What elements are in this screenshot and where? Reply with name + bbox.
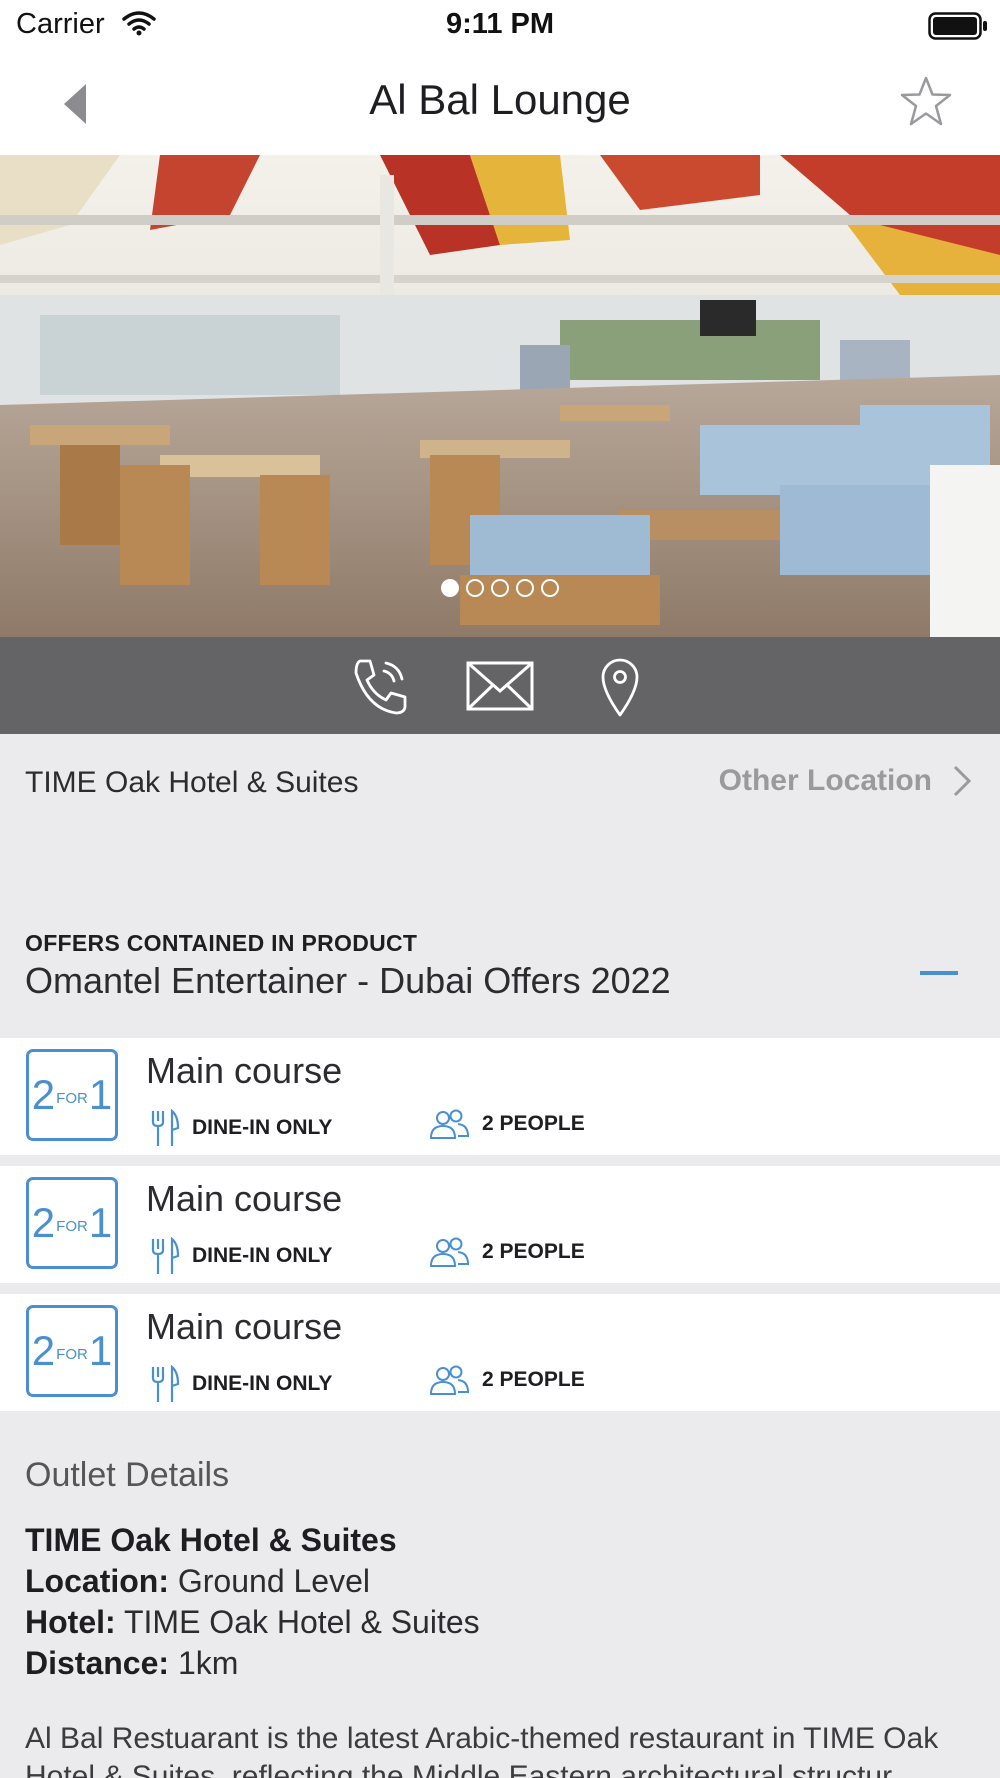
- outlet-details-list: TIME Oak Hotel & Suites Location: Ground…: [25, 1520, 480, 1684]
- chevron-right-icon: [953, 765, 972, 797]
- app-screen: Carrier 9:11 PM Al Bal Lounge TIME Oak H…: [0, 0, 1000, 1778]
- offers-product-name: Omantel Entertainer - Dubai Offers 2022: [25, 960, 671, 1001]
- navigation-bar: Al Bal Lounge: [0, 54, 1000, 155]
- offer-row[interactable]: 2 FOR 1 Main course DINE-IN ONLY 2 PEOPL…: [0, 1294, 1000, 1411]
- carousel-dot[interactable]: [466, 579, 484, 597]
- hero-image-carousel[interactable]: [0, 155, 1000, 637]
- offer-title: Main course: [146, 1178, 343, 1219]
- carousel-dot[interactable]: [516, 579, 534, 597]
- phone-icon[interactable]: [346, 653, 416, 719]
- cutlery-icon: [151, 1364, 180, 1402]
- battery-icon: [928, 12, 987, 40]
- outlet-details-title: Outlet Details: [25, 1456, 230, 1494]
- people-tag: 2 PEOPLE: [428, 1108, 585, 1140]
- map-pin-icon[interactable]: [585, 653, 655, 719]
- carousel-dot[interactable]: [541, 579, 559, 597]
- people-tag: 2 PEOPLE: [428, 1364, 585, 1396]
- offers-section-header: OFFERS CONTAINED IN PRODUCT Omantel Ente…: [0, 920, 1000, 1038]
- outlet-location: Location: Ground Level: [25, 1563, 370, 1599]
- people-icon: [429, 1237, 470, 1267]
- collapse-icon[interactable]: [920, 958, 958, 988]
- outlet-name: TIME Oak Hotel & Suites: [25, 1522, 397, 1558]
- location-row: TIME Oak Hotel & Suites Other Location: [0, 734, 1000, 834]
- clock-label: 9:11 PM: [446, 8, 554, 40]
- restaurant-photo: [0, 155, 1000, 637]
- contact-action-bar: [0, 637, 1000, 734]
- outlet-description: Al Bal Restuarant is the latest Arabic-t…: [25, 1722, 939, 1778]
- offer-row[interactable]: 2 FOR 1 Main course DINE-IN ONLY 2 PEOPL…: [0, 1038, 1000, 1155]
- two-for-one-badge-icon: 2 FOR 1: [26, 1305, 118, 1397]
- offers-caption: OFFERS CONTAINED IN PRODUCT: [25, 930, 418, 956]
- two-for-one-badge-icon: 2 FOR 1: [26, 1049, 118, 1141]
- dine-in-tag: DINE-IN ONLY: [150, 1364, 332, 1404]
- offer-title: Main course: [146, 1306, 343, 1347]
- status-bar: Carrier 9:11 PM: [0, 0, 1000, 54]
- mail-icon[interactable]: [465, 653, 535, 719]
- cutlery-icon: [151, 1108, 180, 1146]
- other-location-link[interactable]: Other Location: [719, 764, 972, 798]
- people-tag: 2 PEOPLE: [428, 1236, 585, 1268]
- offer-title: Main course: [146, 1050, 343, 1091]
- offer-row[interactable]: 2 FOR 1 Main course DINE-IN ONLY 2 PEOPL…: [0, 1166, 1000, 1283]
- other-location-label: Other Location: [718, 764, 932, 797]
- star-icon[interactable]: [898, 74, 954, 130]
- outlet-distance: Distance: 1km: [25, 1645, 239, 1681]
- people-icon: [429, 1365, 470, 1395]
- outlet-hotel: Hotel: TIME Oak Hotel & Suites: [25, 1604, 480, 1640]
- carousel-dot[interactable]: [441, 579, 459, 597]
- two-for-one-badge-icon: 2 FOR 1: [26, 1177, 118, 1269]
- cutlery-icon: [151, 1236, 180, 1274]
- dine-in-tag: DINE-IN ONLY: [150, 1236, 332, 1276]
- carousel-pager: [0, 579, 1000, 597]
- dine-in-tag: DINE-IN ONLY: [150, 1108, 332, 1148]
- carousel-dot[interactable]: [491, 579, 509, 597]
- hotel-name: TIME Oak Hotel & Suites: [25, 766, 359, 799]
- people-icon: [429, 1109, 470, 1139]
- page-title: Al Bal Lounge: [369, 76, 631, 123]
